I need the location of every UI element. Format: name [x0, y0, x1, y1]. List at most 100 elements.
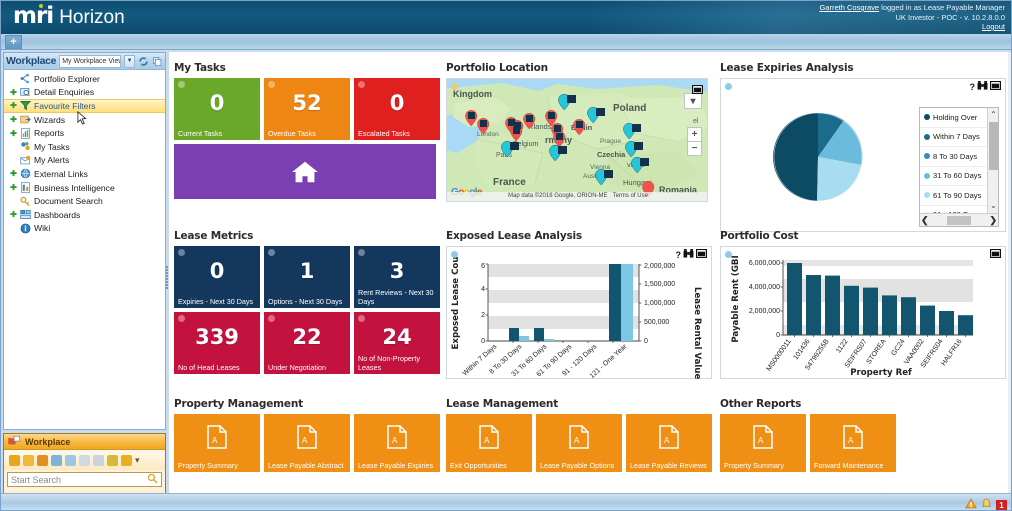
group-icon[interactable]	[37, 454, 48, 466]
tile-escalated-tasks[interactable]: 0 Escalated Tasks	[354, 78, 440, 140]
report-tile-property-summary[interactable]: A Property Summary	[174, 414, 260, 472]
report-tile-forward-maintenance[interactable]: A Forward Maintenance	[810, 414, 896, 472]
tile-current-tasks[interactable]: 0 Current Tasks	[174, 78, 260, 140]
sidebar-item-my-tasks[interactable]: + My Tasks	[4, 140, 165, 154]
tile-value: 22	[292, 325, 322, 349]
add-tab-button[interactable]: +	[5, 35, 22, 49]
exposed-lease-chart[interactable]: ? 0 2 4 6 0 500,000 1,000,000 1,500,000 …	[446, 246, 712, 380]
chart-refresh-dot[interactable]	[451, 251, 458, 258]
alert-icon[interactable]	[965, 496, 977, 510]
chart-refresh-dot[interactable]	[725, 83, 732, 90]
maximize-icon[interactable]	[695, 248, 708, 260]
chart-refresh-dot[interactable]	[725, 251, 732, 258]
report-tile-lease-payable-expiries[interactable]: A Lease Payable Expiries	[354, 414, 440, 472]
binoculars-icon[interactable]	[977, 81, 988, 92]
help-icon[interactable]: ?	[970, 82, 976, 92]
notification-count-badge[interactable]: 1	[996, 499, 1007, 510]
expand-plus-icon[interactable]: ✚	[10, 211, 17, 219]
sidebar-item-business-intelligence[interactable]: ✚ Business Intelligence	[4, 181, 165, 195]
svg-text:Kingdom: Kingdom	[453, 89, 492, 99]
sidebar-item-dashboards[interactable]: ✚ Dashboards	[4, 208, 165, 222]
globe-icon	[20, 168, 31, 179]
legend-scroll-thumb[interactable]	[989, 122, 998, 170]
tile-status-dot	[358, 249, 365, 256]
legend-swatch-icon	[924, 211, 930, 213]
report-tile-other-property-summary[interactable]: A Property Summary	[720, 414, 806, 472]
main-scroll-strip[interactable]	[1008, 52, 1011, 495]
sidebar-item-reports[interactable]: ✚ Reports	[4, 126, 165, 140]
expand-plus-icon[interactable]: ✚	[10, 88, 17, 96]
tile-value: 24	[382, 325, 412, 349]
pdf-icon: A	[569, 425, 589, 454]
legend-next-button[interactable]: ❯	[989, 215, 997, 226]
scroll-up-icon[interactable]: ⌃	[988, 108, 998, 122]
map-zoom-in-button[interactable]: +	[687, 127, 702, 142]
sidebar-item-document-search[interactable]: + Document Search	[4, 194, 165, 208]
tile-label: No of Non-Property Leases	[358, 354, 420, 372]
search-icon[interactable]	[147, 473, 158, 486]
sidebar-item-external-links[interactable]: ✚ External Links	[4, 167, 165, 181]
save-icon[interactable]	[79, 454, 90, 466]
chevron-down-icon[interactable]: ▼	[124, 54, 135, 68]
map-zoom-out-button[interactable]: −	[687, 141, 702, 156]
tile-under-negotiation[interactable]: 22 Under Negotiation	[264, 312, 350, 374]
legend-prev-button[interactable]: ❮	[921, 215, 929, 226]
tile-expiries-next-30-days[interactable]: 0 Expiries - Next 30 Days	[174, 246, 260, 308]
pie-legend[interactable]: Holding Over Within 7 Days 8 To 30 Days	[919, 107, 999, 227]
map-canvas[interactable]: Kingdom Poland Czechia Prague Vienna Bel…	[446, 78, 708, 202]
panel-lease-expiries-analysis: Lease Expiries Analysis ? Holding Over W…	[720, 62, 1006, 232]
tile-home-shortcut[interactable]	[174, 144, 436, 199]
expand-plus-icon[interactable]: ✚	[10, 116, 17, 124]
sidebar-item-my-alerts[interactable]: + My Alerts	[4, 154, 165, 168]
binoculars-icon[interactable]	[683, 249, 694, 260]
sidebar-item-label: Document Search	[34, 196, 103, 207]
report-tile-lease-payable-options[interactable]: A Lease Payable Options	[536, 414, 622, 472]
hierarchy-icon[interactable]	[51, 454, 62, 466]
expand-plus-icon[interactable]: ✚	[10, 102, 17, 110]
maximize-icon[interactable]	[989, 80, 1002, 92]
report-tile-exit-opportunities[interactable]: A Exit Opportunities	[446, 414, 532, 472]
map-terms-link[interactable]: Terms of Use	[613, 193, 648, 199]
sidebar-item-wiki[interactable]: + Wiki	[4, 222, 165, 236]
lock-icon[interactable]	[121, 454, 132, 466]
sidebar-item-favourite-filters[interactable]: ✚ Favourite Filters	[4, 99, 165, 113]
tile-rent-reviews-next-30-days[interactable]: 3 Rent Reviews - Next 30 Days	[354, 246, 440, 308]
maximize-icon[interactable]	[989, 248, 1002, 260]
sidebar-item-detail-enquiries[interactable]: ✚ Detail Enquiries	[4, 86, 165, 100]
person-icon[interactable]	[23, 454, 34, 466]
key-icon	[20, 196, 31, 207]
map-refresh-dot[interactable]	[451, 83, 458, 90]
report-tile-lease-payable-reviews[interactable]: A Lease Payable Reviews	[626, 414, 712, 472]
expand-plus-icon[interactable]: ✚	[10, 170, 17, 178]
expand-plus-icon[interactable]: ✚	[10, 184, 17, 192]
map-maximize-icon[interactable]	[691, 81, 704, 99]
tile-no-of-head-leases[interactable]: 339 No of Head Leases	[174, 312, 260, 374]
sidebar-item-wizards[interactable]: ✚ Wizards	[4, 113, 165, 127]
workplace-view-select[interactable]: My Workplace View	[59, 54, 122, 68]
overflow-dots-icon[interactable]: ▾	[135, 455, 140, 466]
sidebar-item-portfolio-explorer[interactable]: + Portfolio Explorer	[4, 72, 165, 86]
workplace-footer-header[interactable]: Workplace	[4, 433, 165, 450]
lease-expiries-chart[interactable]: ? Holding Over Within 7 Days 8 To 30 Day…	[720, 78, 1006, 232]
report-tile-lease-payable-abstract[interactable]: A Lease Payable Abstract	[264, 414, 350, 472]
tile-no-of-non-property-leases[interactable]: 24 No of Non-Property Leases	[354, 312, 440, 374]
scroll-down-icon[interactable]: ⌄	[988, 199, 998, 213]
start-search-input[interactable]: Start Search	[7, 472, 162, 487]
expand-plus-icon[interactable]: ✚	[10, 129, 17, 137]
tile-overdue-tasks[interactable]: 52 Overdue Tasks	[264, 78, 350, 140]
monitor-icon[interactable]	[65, 454, 76, 466]
phone-icon[interactable]	[107, 454, 118, 466]
notification-icon[interactable]	[981, 496, 992, 510]
user-name-link[interactable]: Garreth Cosgrave	[819, 3, 879, 12]
refresh-icon[interactable]	[138, 55, 149, 68]
legend-vertical-scrollbar[interactable]: ⌃ ⌄	[987, 108, 998, 213]
legend-horizontal-scrollbar[interactable]: ❮ ❯	[920, 213, 998, 226]
contacts-icon[interactable]	[9, 454, 20, 466]
logout-link[interactable]: Logout	[982, 22, 1005, 31]
help-icon[interactable]: ?	[676, 250, 682, 260]
tile-options-next-30-days[interactable]: 1 Options - Next 30 Days	[264, 246, 350, 308]
portfolio-cost-chart[interactable]: 0 2,000,000 4,000,000 6,000,000 MS000001…	[720, 246, 1006, 379]
settings-gear-icon[interactable]	[93, 454, 104, 466]
legend-hscroll-thumb[interactable]	[947, 215, 971, 225]
copy-icon[interactable]	[152, 55, 163, 68]
